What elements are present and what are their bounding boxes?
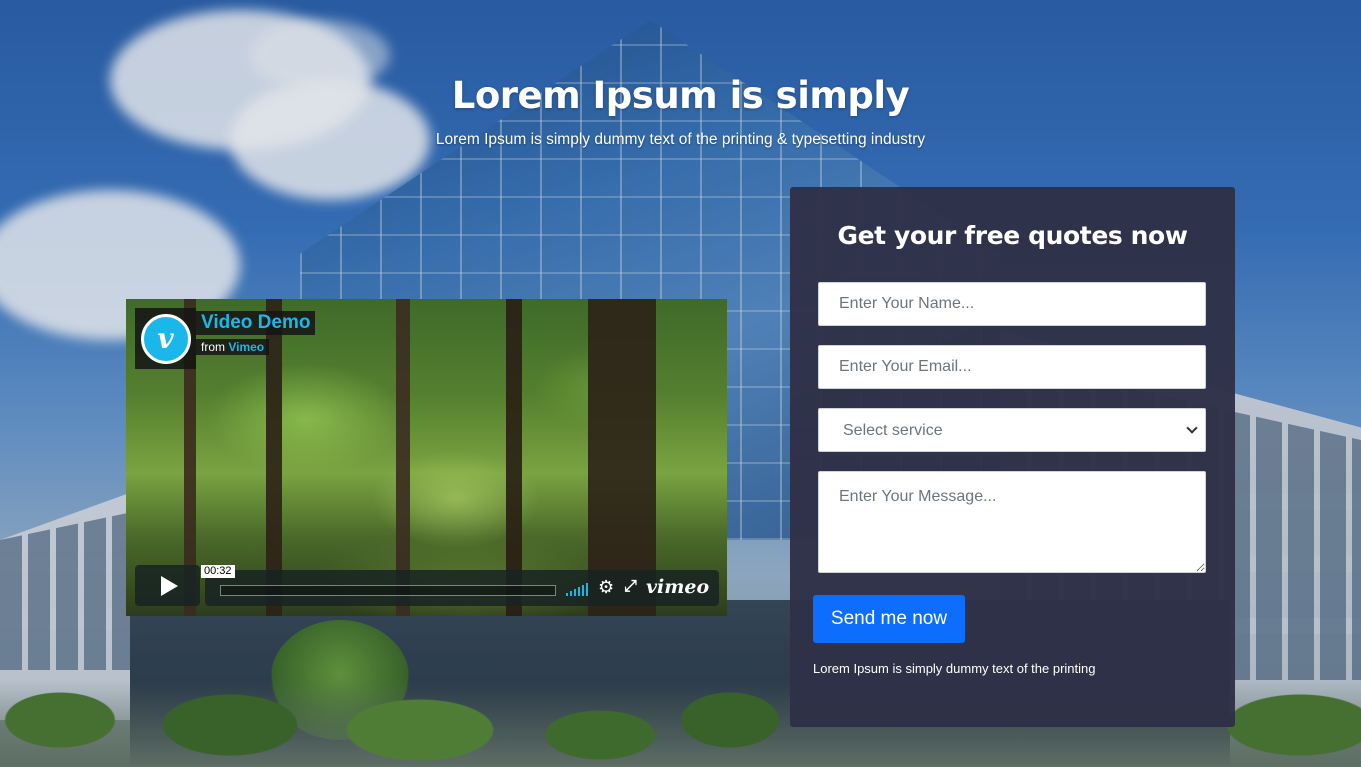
email-input[interactable] (818, 345, 1206, 389)
form-heading: Get your free quotes now (837, 221, 1188, 250)
name-input[interactable] (818, 282, 1206, 326)
send-button[interactable]: Send me now (813, 595, 965, 643)
vimeo-logo-letter: v (140, 313, 191, 364)
volume-icon[interactable] (566, 583, 588, 596)
video-controls: ⚙ ⤢ vimeo 00:32 (135, 565, 719, 607)
video-source-prefix: from (201, 340, 225, 354)
video-source: from Vimeo (196, 339, 270, 355)
vimeo-logo-icon[interactable]: v (135, 308, 196, 369)
video-title[interactable]: Video Demo (196, 311, 316, 335)
hero-section: Lorem Ipsum is simply Lorem Ipsum is sim… (0, 74, 1361, 149)
progress-bar[interactable] (220, 585, 556, 596)
message-textarea[interactable] (818, 471, 1206, 573)
timecode: 00:32 (201, 565, 235, 578)
vimeo-brand-link[interactable]: vimeo (646, 576, 709, 598)
service-select[interactable]: Select service (818, 408, 1206, 452)
gear-icon[interactable]: ⚙ (598, 578, 614, 596)
video-source-link[interactable]: Vimeo (228, 340, 264, 354)
control-bar: ⚙ ⤢ vimeo (205, 570, 719, 606)
video-player[interactable]: v Video Demo from Vimeo ⚙ ⤢ vimeo 00:32 (126, 299, 727, 616)
play-button[interactable] (135, 565, 200, 606)
quote-form-card: Get your free quotes now Select service … (790, 187, 1235, 727)
form-note: Lorem Ipsum is simply dummy text of the … (813, 661, 1096, 676)
play-icon (161, 575, 178, 596)
hero-subtitle: Lorem Ipsum is simply dummy text of the … (435, 131, 926, 148)
fullscreen-icon[interactable]: ⤢ (624, 578, 637, 596)
hero-title: Lorem Ipsum is simply (451, 74, 910, 117)
